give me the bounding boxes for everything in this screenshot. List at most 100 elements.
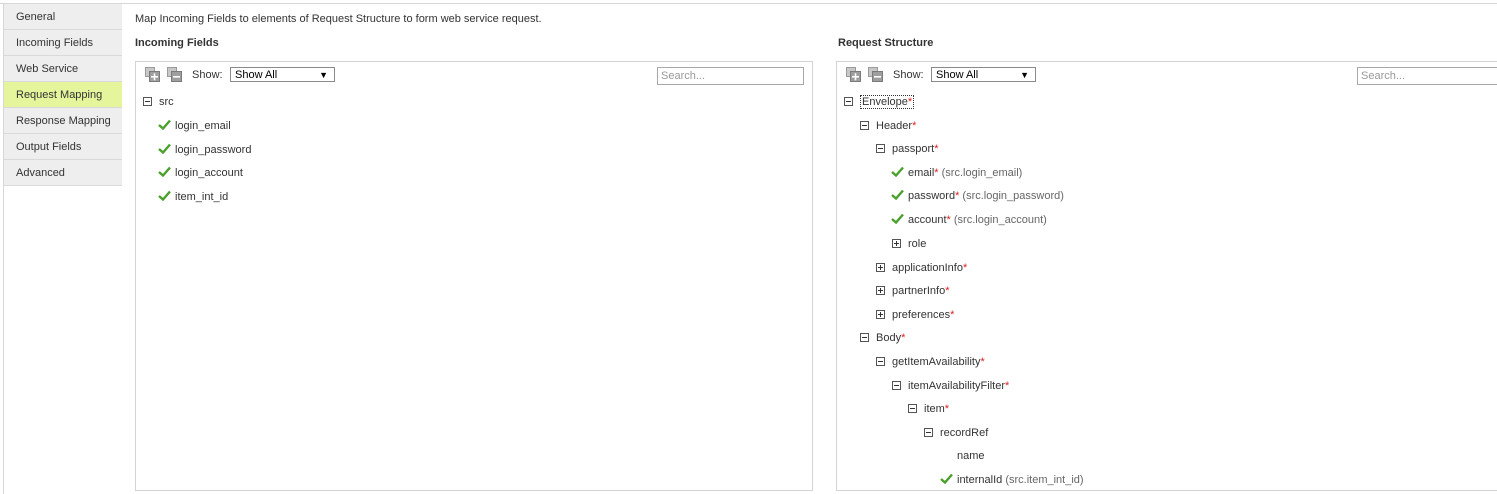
minus-box-icon[interactable]: [908, 403, 917, 413]
tree-node-partner-info[interactable]: partnerInfo*: [876, 283, 949, 299]
request-structure-title: Request Structure: [838, 37, 934, 49]
expand-all-icon[interactable]: [846, 67, 861, 82]
minus-box-icon[interactable]: [892, 380, 901, 390]
tree-node-item-availability-filter[interactable]: itemAvailabilityFilter*: [892, 378, 1009, 394]
required-marker: *: [934, 167, 939, 179]
plus-box-icon[interactable]: [876, 285, 885, 295]
tree-node-preferences[interactable]: preferences*: [876, 307, 954, 323]
plus-box-icon[interactable]: [876, 309, 885, 319]
tree-node-record-ref[interactable]: recordRef: [924, 425, 988, 441]
required-marker: *: [955, 190, 960, 202]
intro-text: Map Incoming Fields to elements of Reque…: [135, 13, 542, 25]
tree-node-label: applicationInfo: [892, 262, 963, 274]
minus-box-icon[interactable]: [876, 143, 885, 153]
field-label: login_password: [175, 144, 252, 156]
sidebar-item-request-mapping[interactable]: Request Mapping: [4, 82, 122, 108]
tree-node-label: role: [908, 238, 927, 250]
tree-node-label: account: [908, 214, 947, 226]
tree-node-label: recordRef: [940, 427, 989, 439]
checkmark-icon: [891, 166, 904, 178]
mapping-source: (src.login_password): [962, 190, 1064, 202]
sidebar-item-web-service[interactable]: Web Service: [4, 56, 122, 82]
field-label: login_account: [175, 167, 243, 179]
collapse-all-icon[interactable]: [868, 67, 883, 82]
tree-node-name[interactable]: name: [957, 448, 985, 464]
expand-all-icon[interactable]: [145, 67, 160, 82]
field-item-int-id[interactable]: item_int_id: [158, 189, 228, 205]
field-login-email[interactable]: login_email: [158, 118, 231, 134]
tree-node-label: itemAvailabilityFilter: [908, 380, 1005, 392]
field-login-password[interactable]: login_password: [158, 142, 251, 158]
tree-node-label: Header: [876, 120, 913, 132]
show-filter-value: Show All: [235, 69, 278, 81]
tree-node-label: item: [924, 403, 945, 415]
checkmark-icon: [158, 190, 171, 202]
show-filter-select[interactable]: Show All ▼: [230, 67, 335, 82]
required-marker: *: [912, 120, 917, 132]
tree-node-account[interactable]: account* (src.login_account): [891, 212, 1047, 228]
tree-node-src[interactable]: src: [143, 94, 174, 110]
request-toolbar: Show: Show All ▼: [837, 62, 1497, 88]
incoming-fields-title: Incoming Fields: [135, 37, 219, 49]
tree-node-get-item-availability[interactable]: getItemAvailability*: [876, 354, 985, 370]
minus-box-icon[interactable]: [860, 332, 869, 342]
mapping-source: (src.item_int_id): [1005, 474, 1084, 486]
tree-node-label: src: [159, 96, 174, 108]
sidebar-item-advanced[interactable]: Advanced: [4, 160, 122, 186]
tree-node-role[interactable]: role: [892, 236, 926, 252]
tree-node-application-info[interactable]: applicationInfo*: [876, 260, 967, 276]
minus-box-icon[interactable]: [860, 120, 869, 130]
required-marker: *: [946, 214, 951, 226]
checkmark-icon: [158, 166, 171, 178]
sidebar-item-response-mapping[interactable]: Response Mapping: [4, 108, 122, 134]
required-marker: *: [901, 332, 906, 344]
plus-box-icon[interactable]: [892, 238, 901, 248]
request-search-input[interactable]: [1357, 67, 1497, 85]
minus-box-icon[interactable]: [924, 427, 933, 437]
tree-node-internal-id[interactable]: internalId (src.item_int_id): [940, 472, 1084, 488]
sidebar-item-incoming-fields[interactable]: Incoming Fields: [4, 30, 122, 56]
show-filter-value: Show All: [936, 69, 979, 81]
field-label: login_email: [175, 120, 231, 132]
tree-node-label: partnerInfo: [892, 285, 946, 297]
checkmark-icon: [158, 143, 171, 155]
tree-node-label: Body: [876, 332, 902, 344]
tree-node-item[interactable]: item*: [908, 401, 949, 417]
tree-node-password[interactable]: password* (src.login_password): [891, 188, 1064, 204]
show-label: Show:: [192, 69, 223, 81]
tree-node-body[interactable]: Body*: [860, 330, 905, 346]
tree-node-label: getItemAvailability: [892, 356, 981, 368]
tree-node-label: password: [908, 190, 956, 202]
required-marker: *: [907, 96, 913, 108]
incoming-search-input[interactable]: [657, 67, 804, 85]
minus-box-icon[interactable]: [143, 96, 152, 106]
field-login-account[interactable]: login_account: [158, 165, 243, 181]
tree-node-email[interactable]: email* (src.login_email): [891, 165, 1022, 181]
tree-node-envelope[interactable]: Envelope*: [844, 94, 915, 110]
tree-node-passport[interactable]: passport*: [876, 141, 938, 157]
dropdown-arrow-icon: ▼: [1020, 70, 1029, 80]
tree-node-label: preferences: [892, 309, 951, 321]
collapse-all-icon[interactable]: [167, 67, 182, 82]
minus-box-icon[interactable]: [876, 356, 885, 366]
required-marker: *: [950, 309, 955, 321]
tree-node-label: Envelope: [862, 96, 908, 108]
required-marker: *: [1005, 380, 1010, 392]
request-structure-panel: Show: Show All ▼ Envelope* Header* passp…: [836, 61, 1497, 491]
mapping-source: (src.login_email): [941, 167, 1023, 179]
checkmark-icon: [891, 213, 904, 225]
required-marker: *: [934, 143, 939, 155]
tree-node-label: name: [957, 450, 985, 462]
mapping-source: (src.login_account): [953, 214, 1047, 226]
incoming-fields-panel: Show: Show All ▼ src login_email login_p…: [135, 61, 813, 491]
sidebar-item-output-fields[interactable]: Output Fields: [4, 134, 122, 160]
field-label: item_int_id: [175, 191, 229, 203]
tree-node-header[interactable]: Header*: [860, 118, 916, 134]
plus-box-icon[interactable]: [876, 262, 885, 272]
incoming-toolbar: Show: Show All ▼: [136, 62, 812, 88]
show-filter-select[interactable]: Show All ▼: [931, 67, 1036, 82]
required-marker: *: [944, 403, 950, 415]
tree-node-label: internalId: [957, 474, 1003, 486]
minus-box-icon[interactable]: [844, 96, 853, 106]
sidebar-item-general[interactable]: General: [4, 4, 122, 30]
